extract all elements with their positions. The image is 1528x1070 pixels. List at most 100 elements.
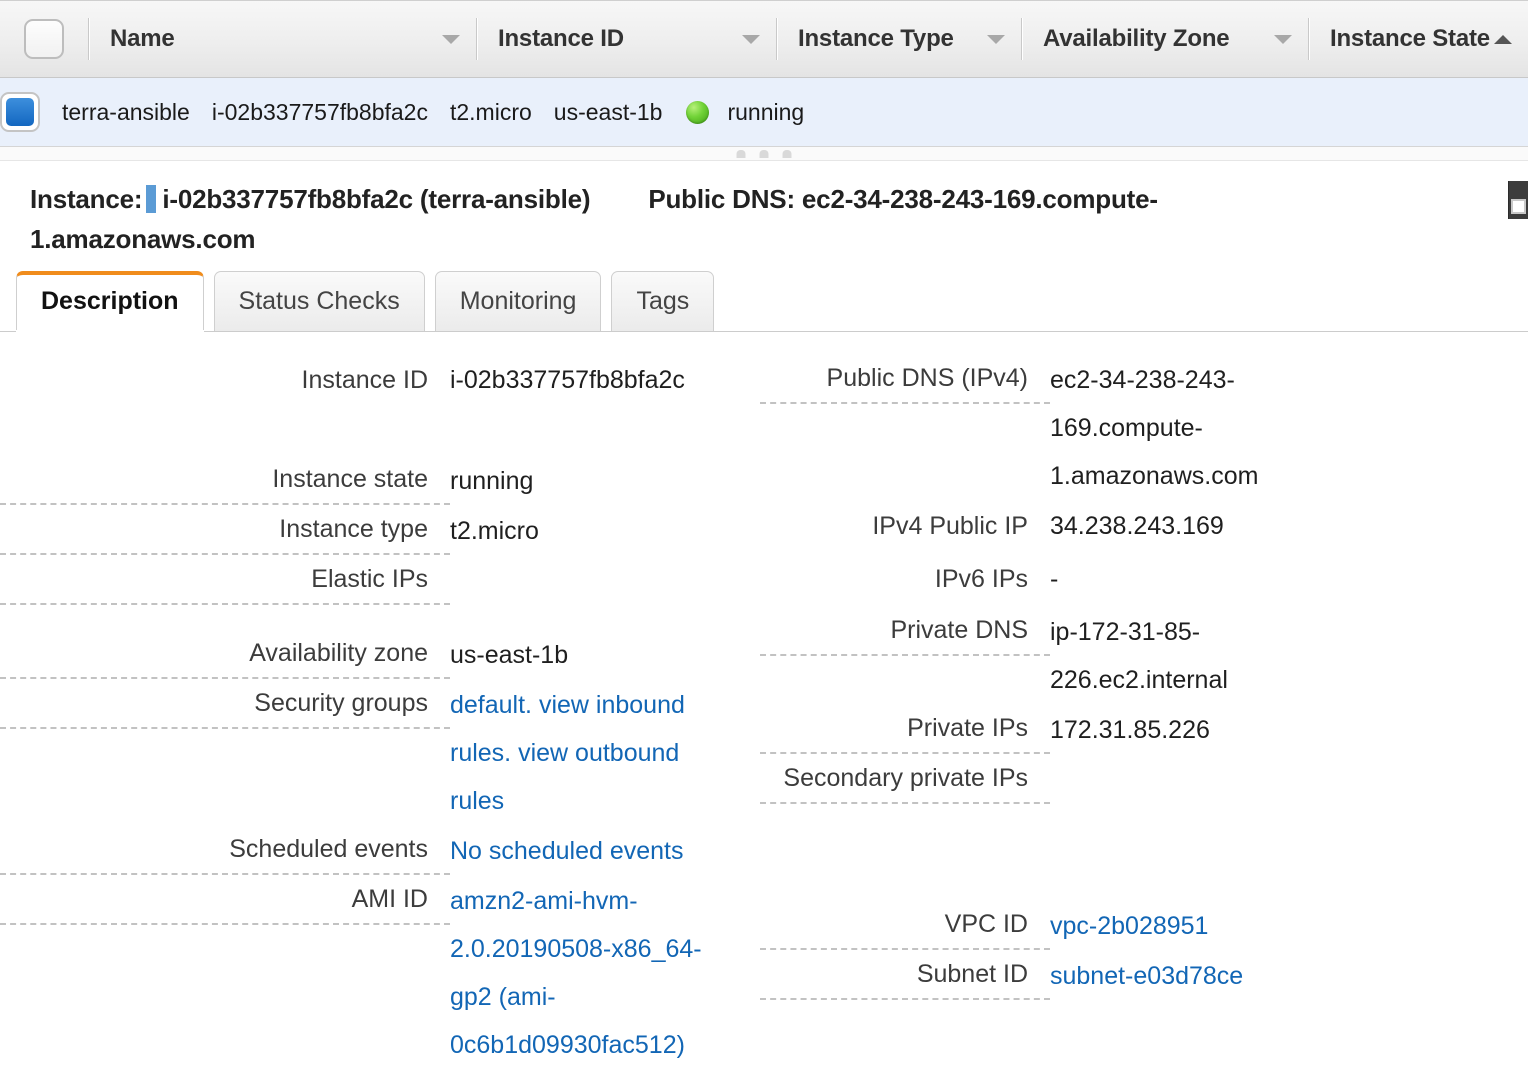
detail-spacer <box>0 607 760 631</box>
detail-spacer <box>0 409 760 457</box>
detail-value-public-dns: ec2-34-238-243-169.compute-1.amazonaws.c… <box>1050 365 1259 490</box>
column-divider <box>88 18 90 60</box>
detail-value-ipv4-public-ip: 34.238.243.169 <box>1050 511 1224 540</box>
ec2-instance-console: Name Instance ID Instance Type Availabil… <box>0 0 1528 1070</box>
detail-column-right: Public DNS (IPv4) ec2-34-238-243-169.com… <box>760 356 1520 1070</box>
select-all-checkbox-icon[interactable] <box>24 19 64 59</box>
select-all-column-header[interactable] <box>0 1 88 77</box>
detail-row-ipv4-public-ip: IPv4 Public IP 34.238.243.169 <box>760 502 1520 553</box>
status-badge: running <box>727 98 805 125</box>
column-header-name[interactable]: Name <box>88 1 476 77</box>
detail-label-subnet-id: Subnet ID <box>760 952 1050 1000</box>
detail-label-private-dns: Private DNS <box>760 608 1050 656</box>
cell-instance-state: running <box>662 99 804 126</box>
detail-value-ipv6-ips: - <box>1050 564 1059 593</box>
detail-value-private-ips: 172.31.85.226 <box>1050 715 1210 744</box>
detail-label-instance-id: Instance ID <box>301 365 428 394</box>
detail-row-instance-state: Instance state running <box>0 457 760 505</box>
detail-label-instance-state: Instance state <box>0 457 450 505</box>
row-checkbox-icon[interactable] <box>0 92 40 132</box>
instance-title: i-02b337757fb8bfa2c (terra-ansible) <box>162 184 591 214</box>
column-header-instance-state-label: Instance State <box>1330 25 1490 52</box>
grip-dot-icon <box>782 150 792 158</box>
grip-dot-icon <box>736 150 746 158</box>
sort-ascending-icon[interactable] <box>1494 34 1512 44</box>
grip-dots-icon[interactable] <box>736 150 792 158</box>
detail-value-instance-id: i-02b337757fb8bfa2c <box>450 365 685 394</box>
row-select-cell[interactable] <box>0 92 40 132</box>
detail-panel-header: Instance: i-02b337757fb8bfa2c (terra-ansi… <box>0 161 1528 270</box>
detail-value-subnet-id[interactable]: subnet-e03d78ce <box>1050 952 1300 1000</box>
column-divider <box>1021 18 1023 60</box>
detail-value-ami-id[interactable]: amzn2-ami-hvm-2.0.20190508-x86_64-gp2 (a… <box>450 877 735 1069</box>
detail-label-ipv6-ips: IPv6 IPs <box>934 564 1028 593</box>
detail-row-private-dns: Private DNS ip-172-31-85-226.ec2.interna… <box>760 608 1520 704</box>
column-header-name-label: Name <box>110 25 175 52</box>
detail-row-vpc-id: VPC ID vpc-2b028951 <box>760 902 1520 950</box>
column-header-instance-type[interactable]: Instance Type <box>776 1 1021 77</box>
detail-row-subnet-id: Subnet ID subnet-e03d78ce <box>760 952 1520 1000</box>
public-dns-line-2: 1.amazonaws.com <box>30 224 256 255</box>
column-header-availability-zone[interactable]: Availability Zone <box>1021 1 1308 77</box>
detail-label-private-ips: Private IPs <box>760 706 1050 754</box>
detail-tabs: Description Status Checks Monitoring Tag… <box>0 270 1528 332</box>
status-running-icon <box>686 100 710 124</box>
detail-row-ami-id: AMI ID amzn2-ami-hvm-2.0.20190508-x86_64… <box>0 877 760 1069</box>
detail-label-elastic-ips: Elastic IPs <box>0 557 450 605</box>
detail-label-scheduled-events: Scheduled events <box>0 827 450 875</box>
chevron-down-icon[interactable] <box>987 34 1005 44</box>
column-divider <box>776 18 778 60</box>
chevron-down-icon[interactable] <box>1274 34 1292 44</box>
table-row[interactable]: terra-ansible i-02b337757fb8bfa2c t2.mic… <box>0 78 1528 146</box>
detail-value-vpc-id[interactable]: vpc-2b028951 <box>1050 902 1300 950</box>
column-header-instance-state[interactable]: Instance State <box>1308 1 1528 77</box>
detail-row-availability-zone: Availability zone us-east-1b <box>0 631 760 679</box>
detail-row-security-groups: Security groups default. view inbound ru… <box>0 681 760 825</box>
panel-collapse-button[interactable] <box>1508 181 1528 219</box>
detail-label-ipv4-public-ip: IPv4 Public IP <box>872 511 1028 540</box>
tab-tags[interactable]: Tags <box>611 271 715 331</box>
detail-column-left: Instance ID i-02b337757fb8bfa2c Instance… <box>0 356 760 1070</box>
detail-value-scheduled-events[interactable]: No scheduled events <box>450 827 735 875</box>
tab-status-checks[interactable]: Status Checks <box>213 271 425 331</box>
text-cursor-icon <box>146 185 157 213</box>
detail-value-availability-zone: us-east-1b <box>450 640 569 669</box>
detail-value-private-dns: ip-172-31-85-226.ec2.internal <box>1050 617 1228 694</box>
detail-label-instance-type: Instance type <box>0 507 450 555</box>
public-dns-line-1: Public DNS: ec2-34-238-243-169.compute- <box>648 184 1158 214</box>
column-header-instance-type-label: Instance Type <box>798 25 954 52</box>
column-header-instance-id[interactable]: Instance ID <box>476 1 776 77</box>
cell-name: terra-ansible <box>62 98 190 125</box>
instance-label: Instance: <box>30 184 143 214</box>
column-header-instance-id-label: Instance ID <box>498 25 624 52</box>
grip-dot-icon <box>759 150 769 158</box>
detail-spacer <box>760 806 1520 902</box>
detail-row-ipv6-ips: IPv6 IPs - <box>760 555 1520 606</box>
cell-instance-type: t2.micro <box>449 98 532 125</box>
chevron-down-icon[interactable] <box>742 34 760 44</box>
detail-label-ami-id: AMI ID <box>0 877 450 925</box>
detail-row-instance-id: Instance ID i-02b337757fb8bfa2c <box>0 356 760 407</box>
detail-row-scheduled-events: Scheduled events No scheduled events <box>0 827 760 875</box>
detail-row-private-ips: Private IPs 172.31.85.226 <box>760 706 1520 754</box>
tab-monitoring[interactable]: Monitoring <box>434 271 602 331</box>
tab-description[interactable]: Description <box>16 271 204 332</box>
detail-value-instance-type: t2.micro <box>450 516 539 545</box>
detail-label-vpc-id: VPC ID <box>760 902 1050 950</box>
detail-row-public-dns: Public DNS (IPv4) ec2-34-238-243-169.com… <box>760 356 1520 500</box>
detail-label-availability-zone: Availability zone <box>0 631 450 679</box>
column-divider <box>476 18 478 60</box>
detail-label-secondary-private-ips: Secondary private IPs <box>760 756 1050 804</box>
detail-row-instance-type: Instance type t2.micro <box>0 507 760 555</box>
detail-header-line-1: Instance: i-02b337757fb8bfa2c (terra-ansi… <box>30 179 1528 219</box>
column-divider <box>1308 18 1310 60</box>
chevron-down-icon[interactable] <box>442 34 460 44</box>
panel-resize-handle[interactable] <box>0 147 1528 161</box>
instances-table-header: Name Instance ID Instance Type Availabil… <box>0 0 1528 78</box>
detail-value-security-groups[interactable]: default. view inbound rules. view outbou… <box>450 681 735 825</box>
detail-row-elastic-ips: Elastic IPs <box>0 557 760 605</box>
detail-label-security-groups: Security groups <box>0 681 450 729</box>
column-header-availability-zone-label: Availability Zone <box>1043 25 1230 52</box>
description-panel: Instance ID i-02b337757fb8bfa2c Instance… <box>0 332 1528 1070</box>
cell-instance-id: i-02b337757fb8bfa2c <box>211 98 428 125</box>
